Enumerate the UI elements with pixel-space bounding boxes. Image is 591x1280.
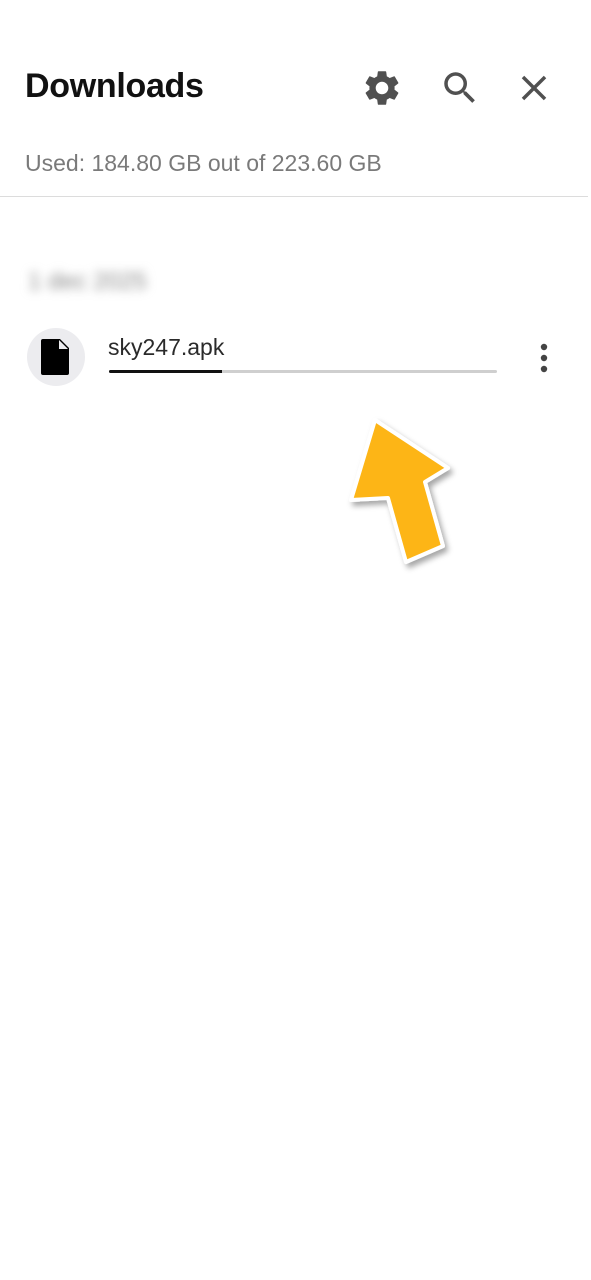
download-progress-fill: [109, 370, 222, 373]
search-button[interactable]: [436, 64, 484, 112]
header-divider: [0, 196, 588, 197]
file-name: sky247.apk: [108, 334, 225, 360]
gear-icon: [365, 71, 399, 105]
pointer-arrow-icon: [349, 418, 450, 564]
more-vert-icon: [540, 343, 548, 373]
date-group-header: 1 dec 2025: [28, 268, 147, 295]
page-title: Downloads: [25, 67, 204, 105]
search-icon: [444, 72, 475, 103]
app-header: Downloads: [0, 0, 591, 140]
more-options-button[interactable]: [522, 334, 566, 382]
file-icon: [41, 339, 69, 375]
download-progress-bar: [109, 370, 497, 373]
close-button[interactable]: [510, 64, 558, 112]
close-icon: [521, 75, 547, 101]
settings-button[interactable]: [358, 64, 406, 112]
storage-usage-text: Used: 184.80 GB out of 223.60 GB: [25, 150, 382, 176]
download-item[interactable]: sky247.apk: [0, 318, 591, 398]
file-avatar: [27, 328, 85, 386]
